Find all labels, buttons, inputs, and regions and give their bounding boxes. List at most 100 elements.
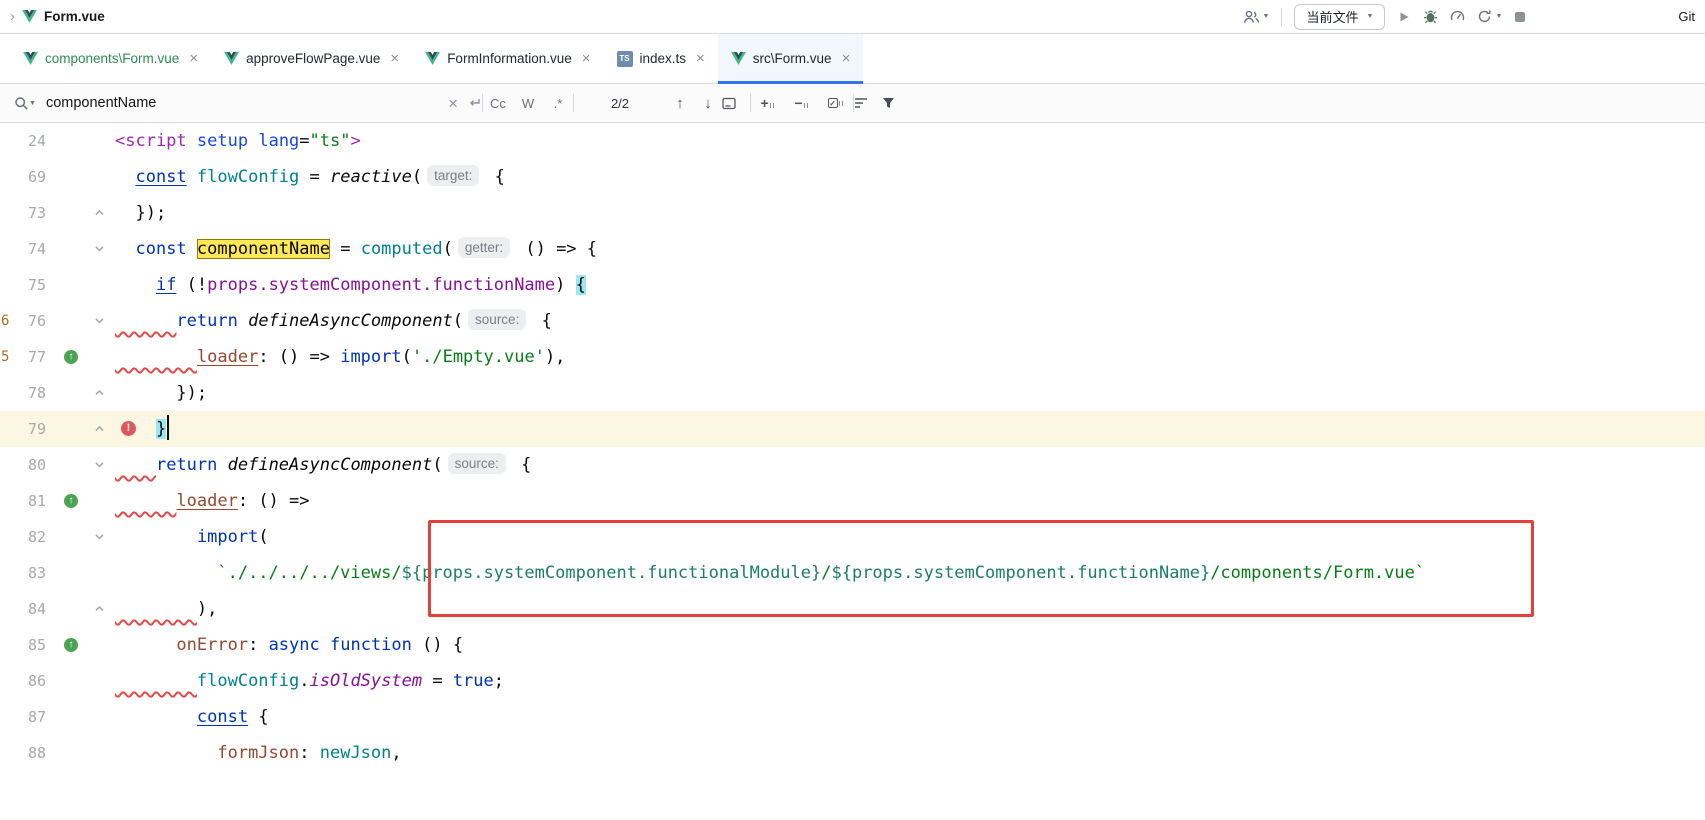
close-tab-icon[interactable]: × — [390, 50, 399, 67]
whole-words-toggle[interactable]: W — [513, 96, 543, 111]
code-line-82[interactable]: 82 import( — [0, 519, 1705, 555]
search-input[interactable]: componentName — [46, 95, 438, 111]
open-results-icon[interactable] — [722, 97, 750, 110]
code-token: = — [422, 671, 453, 691]
fold-region-start-icon[interactable] — [95, 534, 104, 540]
code-text[interactable]: `./../../../views/${props.systemComponen… — [115, 555, 1705, 591]
tab-components-form-vue[interactable]: components\Form.vue× — [10, 34, 211, 83]
stop-icon[interactable] — [1514, 11, 1526, 23]
code-line-78[interactable]: 78 }); — [0, 375, 1705, 411]
error-icon[interactable]: ! — [121, 421, 136, 436]
gutter: 24 — [0, 123, 115, 159]
match-case-toggle[interactable]: Cc — [483, 96, 513, 111]
fold-region-start-icon[interactable] — [95, 462, 104, 468]
search-field[interactable]: ▼ componentName × — [14, 95, 482, 112]
code-line-73[interactable]: 73 }); — [0, 195, 1705, 231]
tab-forminformation-vue[interactable]: FormInformation.vue× — [412, 34, 603, 83]
implementation-gutter-icon[interactable]: ↑ — [64, 494, 78, 508]
fold-region-end-icon[interactable] — [95, 390, 104, 396]
code-line-83[interactable]: 83 `./../../../views/${props.systemCompo… — [0, 555, 1705, 591]
code-line-87[interactable]: 87 const { — [0, 699, 1705, 735]
close-tab-icon[interactable]: × — [582, 50, 591, 67]
code-text[interactable]: import( — [115, 519, 1705, 555]
code-editor[interactable]: 24<script setup lang="ts">69 const flowC… — [0, 123, 1705, 820]
code-text[interactable]: return defineAsyncComponent(source: { — [115, 303, 1705, 339]
line-number: 87 — [0, 699, 46, 735]
code-line-75[interactable]: 75 if (!props.systemComponent.functionNa… — [0, 267, 1705, 303]
fold-region-start-icon[interactable] — [95, 246, 104, 252]
code-line-80[interactable]: 80 return defineAsyncComponent(source: { — [0, 447, 1705, 483]
code-text[interactable]: ), — [115, 591, 1705, 627]
git-widget[interactable]: Git — [1678, 9, 1695, 24]
code-line-88[interactable]: 88 formJson: newJson, — [0, 735, 1705, 771]
run-config-selector[interactable]: 当前文件 ▼ — [1294, 4, 1385, 30]
collaboration-icon[interactable]: ▼ — [1242, 9, 1270, 25]
regex-toggle[interactable]: .* — [543, 96, 573, 111]
code-line-69[interactable]: 69 const flowConfig = reactive(target: { — [0, 159, 1705, 195]
fold-region-end-icon[interactable] — [95, 210, 104, 216]
code-token: ) — [555, 275, 575, 295]
code-line-81[interactable]: 81↑ loader: () => — [0, 483, 1705, 519]
code-token — [115, 239, 135, 259]
code-text[interactable]: const { — [115, 699, 1705, 735]
code-line-76[interactable]: 766 return defineAsyncComponent(source: … — [0, 303, 1705, 339]
code-text[interactable]: const componentName = computed(getter: (… — [115, 231, 1705, 267]
fold-region-end-icon[interactable] — [95, 606, 104, 612]
fold-region-end-icon[interactable] — [95, 426, 104, 432]
tab-src-form-vue[interactable]: src\Form.vue× — [718, 34, 864, 83]
code-text[interactable]: flowConfig.isOldSystem = true; — [115, 663, 1705, 699]
code-text[interactable]: } — [115, 411, 1705, 447]
close-tab-icon[interactable]: × — [189, 50, 198, 67]
code-line-77[interactable]: 775↑ loader: () => import('./Empty.vue')… — [0, 339, 1705, 375]
profiler-icon[interactable] — [1450, 9, 1465, 24]
check-selection-icon[interactable]: ✓II — [819, 98, 853, 108]
fold-region-start-icon[interactable] — [95, 318, 104, 324]
code-token — [217, 455, 227, 475]
run-icon[interactable] — [1397, 10, 1411, 24]
code-line-79[interactable]: 79! } — [0, 411, 1705, 447]
next-occurrence-icon[interactable]: ↓ — [694, 95, 722, 112]
code-text[interactable]: loader: () => import('./Empty.vue'), — [115, 339, 1705, 375]
code-line-24[interactable]: 24<script setup lang="ts"> — [0, 123, 1705, 159]
newline-icon[interactable] — [468, 97, 482, 109]
code-text[interactable]: }); — [115, 195, 1705, 231]
code-token — [238, 311, 248, 331]
code-token: ), — [197, 599, 217, 619]
code-line-86[interactable]: 86 flowConfig.isOldSystem = true; — [0, 663, 1705, 699]
implementation-gutter-icon[interactable]: ↑ — [64, 638, 78, 652]
code-token: setup — [197, 131, 248, 151]
code-text[interactable]: }); — [115, 375, 1705, 411]
debug-icon[interactable] — [1423, 9, 1438, 24]
rerun-icon[interactable]: ▼ — [1477, 9, 1502, 24]
tab-approveflowpage-vue[interactable]: approveFlowPage.vue× — [211, 34, 412, 83]
code-line-85[interactable]: 85↑ onError: async function () { — [0, 627, 1705, 663]
close-tab-icon[interactable]: × — [842, 50, 851, 67]
tab-index-ts[interactable]: TSindex.ts× — [604, 34, 718, 83]
code-token — [187, 131, 197, 151]
code-text[interactable]: onError: async function () { — [115, 627, 1705, 663]
chevron-right-icon[interactable]: › — [10, 8, 15, 25]
code-text[interactable]: formJson: newJson, — [115, 735, 1705, 771]
code-line-74[interactable]: 74 const componentName = computed(getter… — [0, 231, 1705, 267]
gutter: 69 — [0, 159, 115, 195]
multiline-icon[interactable] — [854, 97, 882, 109]
implementation-gutter-icon[interactable]: ↑ — [64, 350, 78, 364]
code-text[interactable]: return defineAsyncComponent(source: { — [115, 447, 1705, 483]
clear-search-icon[interactable]: × — [448, 95, 458, 112]
code-line-84[interactable]: 84 ), — [0, 591, 1705, 627]
code-text[interactable]: <script setup lang="ts"> — [115, 123, 1705, 159]
search-icon[interactable]: ▼ — [14, 96, 36, 111]
code-token: formJson — [217, 743, 299, 763]
code-token: newJson — [320, 743, 392, 763]
code-text[interactable]: loader: () => — [115, 483, 1705, 519]
code-text[interactable]: if (!props.systemComponent.functionName)… — [115, 267, 1705, 303]
gutter: 82 — [0, 519, 115, 555]
gutter: 73 — [0, 195, 115, 231]
parameter-hint-inlay: source: — [468, 309, 526, 330]
close-tab-icon[interactable]: × — [696, 50, 705, 67]
add-selection-icon[interactable]: +II — [751, 95, 785, 111]
code-text[interactable]: const flowConfig = reactive(target: { — [115, 159, 1705, 195]
filter-icon[interactable] — [882, 97, 910, 109]
remove-selection-icon[interactable]: −II — [785, 95, 819, 111]
prev-occurrence-icon[interactable]: ↑ — [666, 95, 694, 112]
